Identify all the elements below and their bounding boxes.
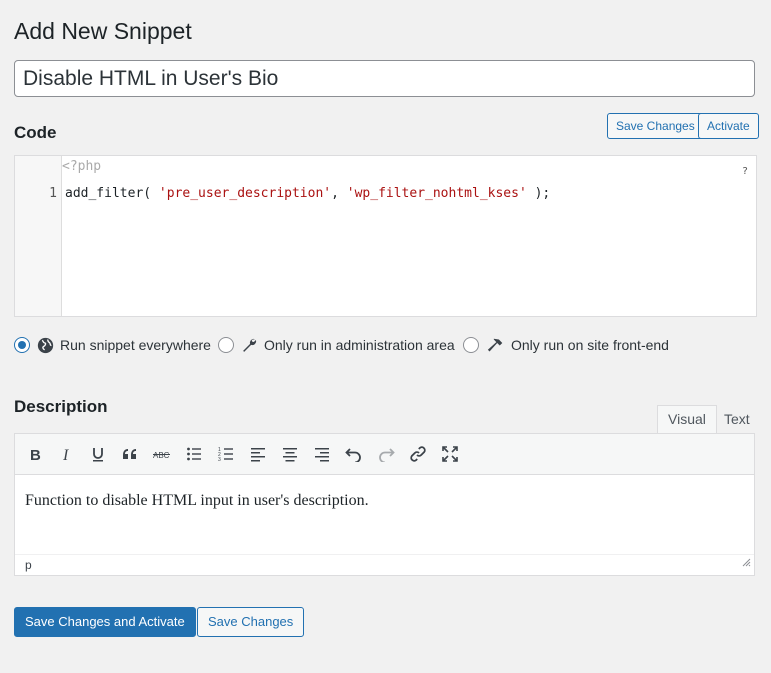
wrench-icon xyxy=(241,337,258,354)
code-gutter xyxy=(15,156,62,316)
save-and-activate-button[interactable]: Save Changes and Activate xyxy=(14,607,196,637)
code-string: 'wp_filter_nohtml_kses' xyxy=(346,186,527,201)
code-editor[interactable]: <?php 1 add_filter( 'pre_user_descriptio… xyxy=(14,155,757,317)
scope-label: Run snippet everywhere xyxy=(60,337,211,353)
page-title: Add New Snippet xyxy=(14,18,192,44)
scope-label: Only run on site front-end xyxy=(511,337,669,353)
svg-text:B: B xyxy=(30,447,41,462)
underline-icon[interactable] xyxy=(86,442,110,466)
svg-text:I: I xyxy=(62,447,69,462)
scope-option-frontend[interactable]: Only run on site front-end xyxy=(463,334,669,356)
link-icon[interactable] xyxy=(406,442,430,466)
tab-text[interactable]: Text xyxy=(713,405,761,434)
bullet-list-icon[interactable] xyxy=(182,442,206,466)
description-heading: Description xyxy=(14,397,108,416)
snippet-title-input[interactable] xyxy=(14,60,755,97)
description-content[interactable]: Function to disable HTML input in user's… xyxy=(25,492,369,510)
save-changes-small-button[interactable]: Save Changes xyxy=(607,113,704,139)
activate-small-button[interactable]: Activate xyxy=(698,113,759,139)
globe-icon xyxy=(37,337,54,354)
line-number: 1 xyxy=(49,186,57,201)
editor-status-bar: p xyxy=(15,554,754,575)
code-end: ); xyxy=(534,186,551,201)
resize-handle-icon[interactable] xyxy=(742,554,751,572)
help-icon[interactable]: ? xyxy=(742,166,748,177)
strikethrough-icon[interactable]: ABC xyxy=(150,442,174,466)
fullscreen-icon[interactable] xyxy=(438,442,462,466)
scope-option-admin[interactable]: Only run in administration area xyxy=(218,334,455,356)
italic-icon[interactable]: I xyxy=(55,442,79,466)
code-heading: Code xyxy=(14,123,57,142)
scope-label: Only run in administration area xyxy=(264,337,455,353)
tab-visual[interactable]: Visual xyxy=(657,405,717,434)
element-path[interactable]: p xyxy=(25,558,32,572)
save-changes-button[interactable]: Save Changes xyxy=(197,607,305,637)
editor-toolbar: B I ABC 123 xyxy=(15,434,754,475)
radio-button[interactable] xyxy=(14,337,30,353)
bold-icon[interactable]: B xyxy=(23,442,47,466)
php-open-tag: <?php xyxy=(62,159,102,174)
code-line[interactable]: add_filter( 'pre_user_description', 'wp_… xyxy=(65,186,550,201)
align-right-icon[interactable] xyxy=(310,442,334,466)
numbered-list-icon[interactable]: 123 xyxy=(214,442,238,466)
hammer-icon xyxy=(486,337,505,354)
blockquote-icon[interactable] xyxy=(118,442,142,466)
svg-text:ABC: ABC xyxy=(153,451,170,460)
code-string: 'pre_user_description' xyxy=(158,186,332,201)
code-separator: , xyxy=(331,186,339,201)
scope-option-everywhere[interactable]: Run snippet everywhere xyxy=(14,334,211,356)
radio-button[interactable] xyxy=(218,337,234,353)
svg-text:3: 3 xyxy=(218,457,221,462)
code-function: add_filter( xyxy=(65,186,152,201)
radio-button[interactable] xyxy=(463,337,479,353)
redo-icon[interactable] xyxy=(374,442,398,466)
description-editor: B I ABC 123 Function to disable HTML inp… xyxy=(14,433,755,576)
undo-icon[interactable] xyxy=(342,442,366,466)
align-center-icon[interactable] xyxy=(278,442,302,466)
align-left-icon[interactable] xyxy=(246,442,270,466)
